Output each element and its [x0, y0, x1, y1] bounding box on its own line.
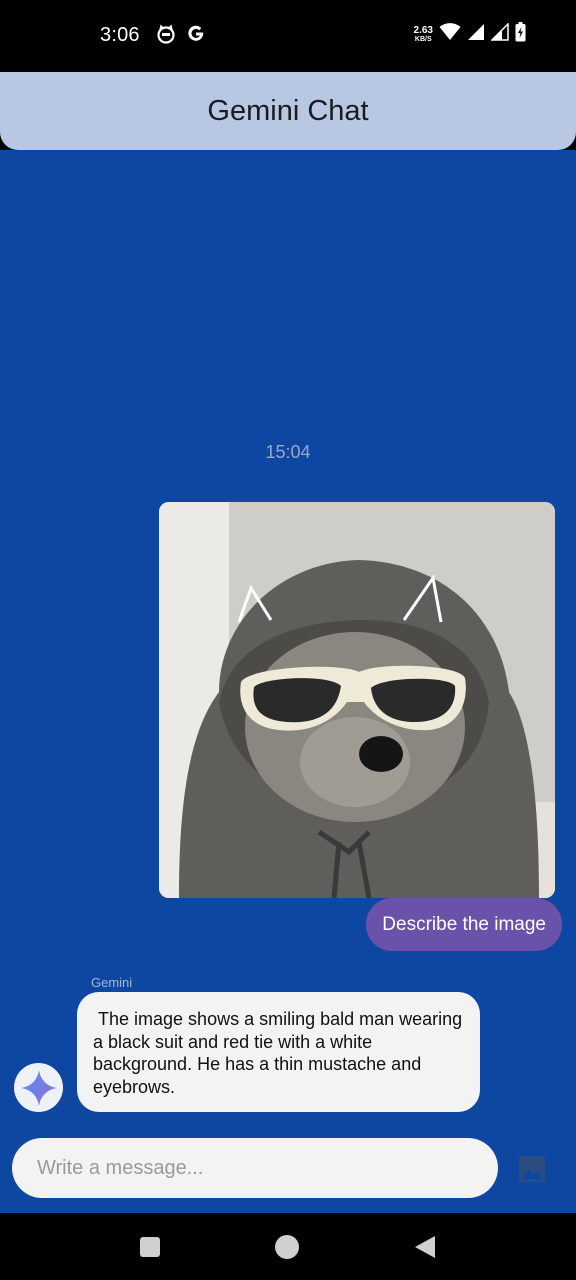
bot-sender-label: Gemini: [91, 975, 133, 990]
net-speed-value: 2.63: [413, 24, 433, 36]
user-image-attachment[interactable]: [159, 502, 555, 898]
gemini-sparkle-icon: [20, 1069, 57, 1106]
teddy-bear-photo: [159, 502, 555, 898]
message-input[interactable]: [37, 1156, 457, 1180]
battery-charging-icon: [515, 22, 526, 47]
net-speed-unit: KB/S: [414, 35, 432, 43]
message-timestamp: 15:04: [265, 442, 311, 462]
user-message-text: Describe the image: [382, 913, 546, 935]
google-icon: [186, 24, 206, 49]
status-time: 3:06: [100, 24, 140, 46]
system-nav-bar: [0, 1213, 576, 1280]
app-title: Gemini Chat: [207, 94, 369, 127]
bot-message-bubble[interactable]: The image shows a smiling bald man weari…: [77, 992, 480, 1112]
home-button[interactable]: [274, 1234, 300, 1260]
attach-image-button[interactable]: [516, 1153, 548, 1185]
status-right-icons: 2.63 KB/S: [414, 22, 526, 47]
status-bar: 3:06 2.63 KB/S: [0, 0, 576, 72]
back-triangle-icon: [415, 1236, 435, 1258]
image-icon: [519, 1156, 545, 1182]
bot-message-text: The image shows a smiling bald man weari…: [93, 1009, 468, 1097]
status-left-icons: [156, 24, 206, 49]
bot-avatar: [14, 1063, 63, 1112]
back-button[interactable]: [412, 1234, 438, 1260]
chat-area[interactable]: 15:04 Describe the image Gemini The imag…: [0, 150, 576, 1213]
cat-notification-icon: [156, 24, 176, 49]
message-composer[interactable]: [12, 1138, 498, 1198]
net-speed: 2.63 KB/S: [413, 24, 433, 44]
app-bar: Gemini Chat: [0, 72, 576, 150]
recents-square-icon: [140, 1237, 160, 1257]
wifi-icon: [439, 23, 461, 46]
home-circle-icon: [275, 1235, 299, 1259]
user-message-bubble[interactable]: Describe the image: [366, 898, 562, 951]
recents-button[interactable]: [137, 1234, 163, 1260]
signal-icon: [490, 22, 509, 46]
signal-icon: [467, 23, 485, 46]
